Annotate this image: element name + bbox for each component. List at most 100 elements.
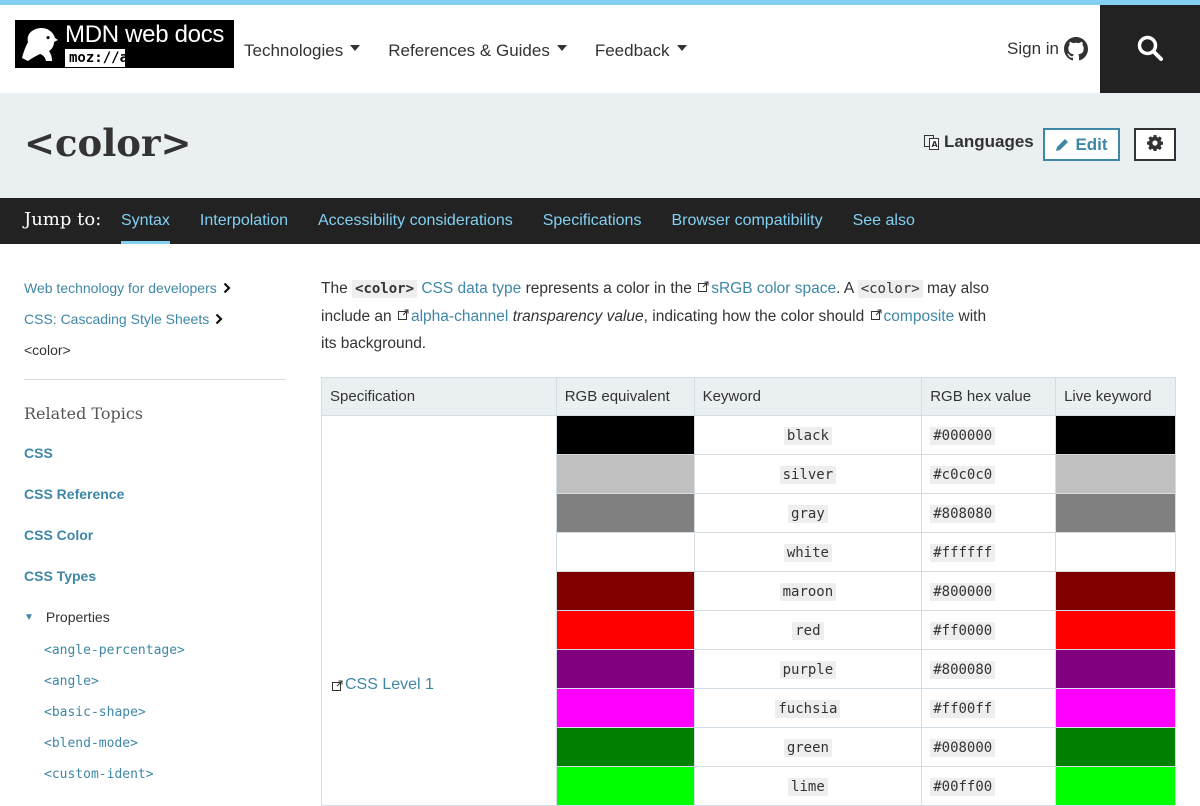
- jump-syntax[interactable]: Syntax: [121, 198, 170, 244]
- search-icon: [1136, 34, 1164, 65]
- property-link[interactable]: <angle-percentage>: [24, 643, 286, 661]
- intro-text: represents a color in the: [521, 280, 697, 297]
- search-button[interactable]: [1100, 5, 1200, 93]
- live-keyword-swatch: [1055, 493, 1176, 533]
- column-header: RGB hex value: [921, 377, 1057, 416]
- keyword-code: silver: [779, 465, 837, 484]
- sidebar-divider: [24, 379, 286, 380]
- hex-code: #00ff00: [930, 777, 996, 796]
- breadcrumb-css[interactable]: CSS: Cascading Style Sheets: [24, 309, 286, 328]
- jump-links: Syntax Interpolation Accessibility consi…: [121, 198, 945, 244]
- edit-button[interactable]: Edit: [1043, 128, 1120, 161]
- keyword-cell: purple: [693, 649, 923, 689]
- related-topic-css-types[interactable]: CSS Types: [24, 568, 286, 587]
- related-topic-css-reference[interactable]: CSS Reference: [24, 486, 286, 505]
- inline-code: <color>: [857, 280, 923, 298]
- title-band: <color> A Languages Edit: [0, 93, 1200, 198]
- property-link[interactable]: <custom-ident>: [24, 767, 286, 785]
- logo-wordmark: MDN web docs: [65, 20, 225, 48]
- alpha-channel-link[interactable]: alpha-channel: [411, 308, 508, 325]
- table-body: CSS Level 1 black #000000 silver #c0c0c0 gray…: [321, 415, 1176, 806]
- chevron-down-icon: [350, 45, 361, 51]
- external-link-icon: [332, 680, 343, 691]
- dinosaur-icon: [15, 20, 63, 68]
- rgb-swatch: [555, 454, 695, 494]
- nav-technologies[interactable]: Technologies: [244, 41, 361, 61]
- sidebar: Web technology for developers CSS: Casca…: [24, 278, 286, 798]
- hex-code: #800000: [930, 582, 996, 601]
- jump-to-label: Jump to:: [24, 209, 102, 230]
- related-topic-css-color[interactable]: CSS Color: [24, 527, 286, 546]
- keyword-cell: red: [693, 610, 923, 650]
- rgb-swatch: [555, 415, 695, 455]
- jump-interpolation[interactable]: Interpolation: [200, 198, 288, 244]
- breadcrumb-label: CSS: Cascading Style Sheets: [24, 310, 210, 327]
- hex-cell: #008000: [921, 727, 1057, 767]
- live-keyword-swatch: [1055, 727, 1176, 767]
- gear-icon: [1147, 135, 1164, 154]
- keyword-code: black: [783, 426, 832, 445]
- keyword-cell: gray: [693, 493, 923, 533]
- hex-code: #ffffff: [930, 543, 996, 562]
- sign-in-link[interactable]: Sign in: [1007, 37, 1088, 61]
- hex-cell: #ff00ff: [921, 688, 1057, 728]
- nav-references-label: References & Guides: [388, 41, 550, 60]
- css-level-1-link[interactable]: CSS Level 1: [330, 676, 434, 694]
- live-keyword-swatch: [1055, 688, 1176, 728]
- composite-link[interactable]: composite: [884, 308, 955, 325]
- css-data-type-link[interactable]: CSS data type: [421, 280, 521, 297]
- triangle-down-icon: ▼: [24, 611, 34, 623]
- external-link-icon: [870, 309, 882, 320]
- jump-specifications[interactable]: Specifications: [543, 198, 642, 244]
- keyword-cell: maroon: [693, 571, 923, 611]
- rgb-swatch: [555, 649, 695, 689]
- chevron-right-icon: [215, 313, 223, 325]
- property-link[interactable]: <blend-mode>: [24, 736, 286, 754]
- edit-label: Edit: [1075, 134, 1108, 154]
- emphasis-text: transparency value: [512, 308, 644, 325]
- keyword-cell: silver: [693, 454, 923, 494]
- settings-button[interactable]: [1134, 128, 1176, 161]
- jump-browser-compatibility[interactable]: Browser compatibility: [671, 198, 822, 244]
- properties-toggle[interactable]: ▼ Properties: [24, 609, 286, 625]
- breadcrumb-web-technology[interactable]: Web technology for developers: [24, 278, 286, 297]
- hex-code: #000000: [930, 426, 996, 445]
- rgb-swatch: [555, 571, 695, 611]
- column-header: Specification: [321, 377, 557, 416]
- rgb-swatch: [555, 688, 695, 728]
- srgb-link[interactable]: sRGB color space: [711, 280, 836, 297]
- table-header-row: Specification RGB equivalent Keyword RGB…: [321, 377, 1176, 416]
- hex-code: #808080: [930, 504, 996, 523]
- hex-code: #800080: [930, 660, 996, 679]
- nav-feedback[interactable]: Feedback: [595, 41, 687, 61]
- main-content: The <color> CSS data type represents a c…: [321, 275, 1176, 357]
- keyword-cell: black: [693, 415, 923, 455]
- svg-text:A: A: [932, 140, 939, 149]
- main-nav: Technologies References & Guides Feedbac…: [244, 41, 715, 61]
- intro-text: The: [321, 280, 353, 297]
- property-link[interactable]: <angle>: [24, 674, 286, 692]
- hex-code: #ff0000: [930, 621, 996, 640]
- breadcrumb-label: Web technology for developers: [24, 279, 217, 296]
- languages-button[interactable]: A Languages: [924, 132, 1034, 152]
- jump-accessibility[interactable]: Accessibility considerations: [318, 198, 513, 244]
- mdn-logo[interactable]: MDN web docs moz://a: [15, 20, 234, 68]
- related-topic-css[interactable]: CSS: [24, 445, 286, 464]
- color-keywords-table: Specification RGB equivalent Keyword RGB…: [321, 377, 1176, 806]
- chevron-right-icon: [223, 282, 231, 294]
- external-link-icon: [397, 309, 409, 320]
- keyword-code: green: [783, 738, 832, 757]
- live-keyword-swatch: [1055, 454, 1176, 494]
- external-link-icon: [698, 281, 709, 292]
- keyword-cell: green: [693, 727, 923, 767]
- rgb-swatch: [555, 493, 695, 533]
- specification-cell: CSS Level 1: [321, 415, 557, 806]
- sign-in-label: Sign in: [1007, 39, 1059, 58]
- nav-references-guides[interactable]: References & Guides: [388, 41, 567, 61]
- mozilla-wordmark: moz://a: [65, 48, 128, 67]
- site-header: MDN web docs moz://a Technologies Refere…: [0, 5, 1200, 93]
- jump-see-also[interactable]: See also: [853, 198, 915, 244]
- jump-to-bar: Jump to: Syntax Interpolation Accessibil…: [0, 198, 1200, 244]
- property-link[interactable]: <basic-shape>: [24, 705, 286, 723]
- column-header: RGB equivalent: [555, 377, 695, 416]
